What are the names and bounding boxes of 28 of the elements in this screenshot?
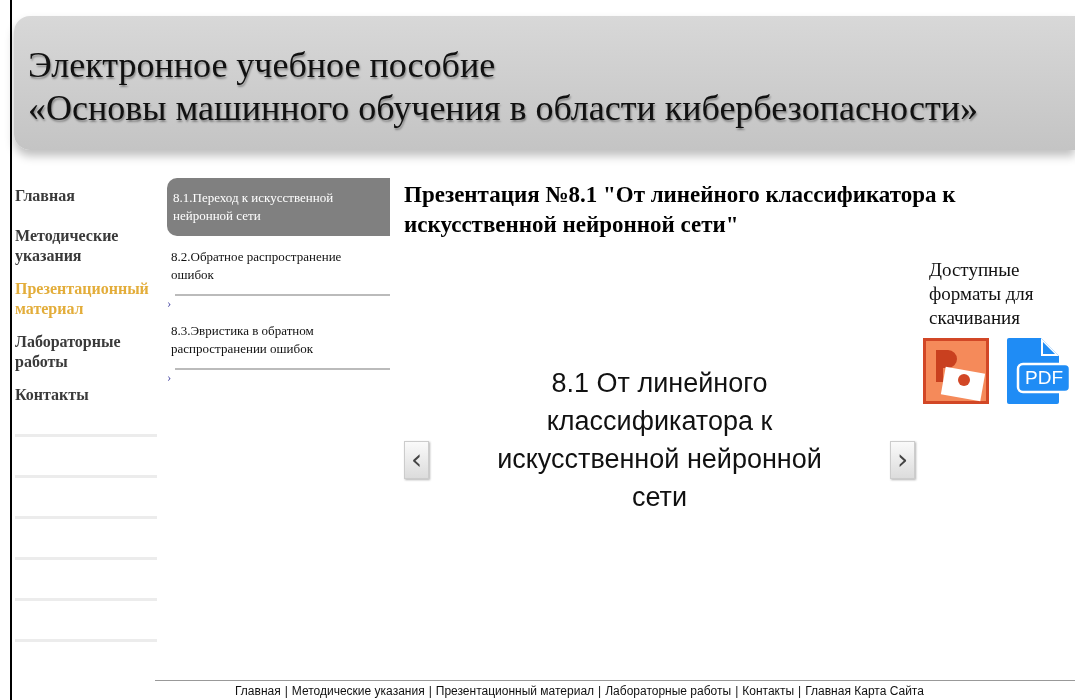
downloads-label: Доступные форматы для скачивания	[928, 258, 1035, 330]
link-separator: |	[283, 682, 289, 700]
header-subtitle: «Основы машинного обучения в области кибербезопасности»	[28, 87, 979, 130]
nav-link[interactable]: Лабораторные работы	[15, 332, 157, 372]
submenu-item[interactable]: 8.2.Обратное распространение ошибок	[167, 236, 390, 288]
next-button[interactable]: ›	[890, 441, 915, 479]
footer-link[interactable]: Презентационный материал	[435, 681, 595, 700]
nav-link[interactable]: Методические указания	[15, 226, 157, 266]
nav-link[interactable]: Главная	[15, 186, 157, 206]
link-separator: |	[734, 682, 740, 700]
footer-link[interactable]: Лабораторные работы	[605, 681, 732, 700]
previous-button[interactable]: ‹	[404, 441, 429, 479]
link-separator: |	[597, 682, 603, 700]
footer-link[interactable]: Главная Карта Сайта	[805, 681, 924, 700]
link-separator: |	[427, 682, 433, 700]
header-title: Электронное учебное пособие	[28, 44, 497, 86]
footer-link[interactable]: Контакты	[742, 681, 795, 700]
chevron-icon: ›	[167, 296, 175, 310]
submenu-item[interactable]: 8.3.Эвристика в обратном распространении ошибок	[167, 310, 390, 362]
slide-text: 8.1 От линейного классификатора к искусственной нейронной сети	[496, 367, 823, 514]
link-separator: |	[797, 682, 803, 700]
presentation-file-icon[interactable]	[921, 336, 991, 406]
footer-link[interactable]: Методические указания	[291, 681, 425, 700]
footer-link[interactable]: Главная	[235, 681, 281, 700]
presentation-title: Презентация №8.1 "От линейного классификатора к искусственной нейронной сети"	[404, 181, 957, 239]
chevron-icon: ›	[167, 370, 175, 384]
nav-link[interactable]: Контакты	[15, 385, 157, 405]
submenu-item[interactable]: 8.1.Переход к искусственной нейронной сети	[167, 178, 390, 236]
